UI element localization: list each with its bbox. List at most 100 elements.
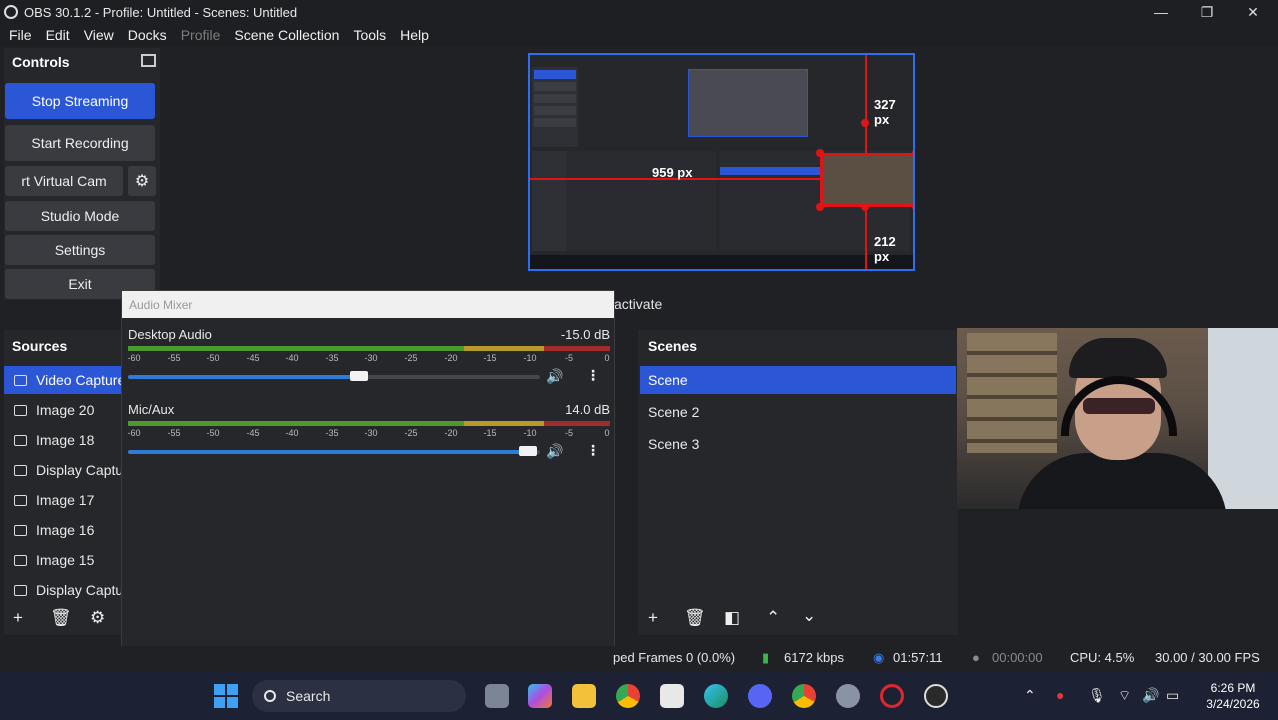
remove-source-trash-icon[interactable]: 🗑 [50,608,72,628]
meter-green [128,421,464,426]
menu-scene-collection[interactable]: Scene Collection [229,27,344,43]
maximize-button[interactable]: ❐ [1184,1,1230,23]
virtual-cam-settings-gear-icon[interactable]: ⚙ [128,166,156,196]
transform-handle[interactable] [912,203,913,211]
meter-green [128,346,464,351]
move-up-chevron-icon[interactable]: ⌃ [766,608,780,628]
monitor-icon [14,464,27,476]
scene-item[interactable]: Scene [640,366,956,394]
volume-slider[interactable] [128,446,540,456]
scene-item[interactable]: Scene 2 [640,398,956,426]
webcam-overlay [957,328,1278,509]
chrome-profile-icon[interactable] [792,684,816,708]
nested-preview [688,69,808,137]
scene-item[interactable]: Scene 3 [640,430,956,458]
transform-handle[interactable] [861,119,869,127]
source-item[interactable]: Image 15 [4,546,122,574]
image-icon [14,494,27,506]
menu-tools[interactable]: Tools [348,27,391,43]
settings-gear-icon[interactable] [836,684,860,708]
add-scene-plus-icon[interactable]: + [648,608,658,628]
volume-icon[interactable]: 🔊 [1142,687,1159,704]
camera-icon [14,374,27,386]
file-explorer-icon[interactable] [572,684,596,708]
program-preview[interactable]: 327 px 959 px 212 px [528,53,915,271]
studio-mode-button[interactable]: Studio Mode [5,201,155,231]
sources-title: Sources [12,338,68,354]
source-item[interactable]: Video Capture [4,366,122,394]
settings-button[interactable]: Settings [5,235,155,265]
menu-view[interactable]: View [79,27,119,43]
person-cap [1069,338,1167,378]
source-label: Display Captu [36,582,122,598]
edge-icon[interactable] [704,684,728,708]
transform-handle[interactable] [912,149,913,157]
clock[interactable]: 6:26 PM 3/24/2026 [1196,680,1270,712]
move-down-chevron-icon[interactable]: ⌄ [802,606,816,626]
add-source-plus-icon[interactable]: + [13,608,23,628]
scene-filters-icon[interactable]: ◧ [724,608,740,628]
task-view-icon[interactable] [485,684,509,708]
windows-start-icon[interactable] [214,684,238,708]
source-item[interactable]: Display Captu [4,456,122,484]
windows-taskbar: Search ⌃ ● 🎙 ⌔ 🔊 ▭ 6:26 PM 3/24/2026 [0,672,1278,720]
recording-tray-icon[interactable]: ● [1056,687,1064,703]
taskbar-search[interactable]: Search [252,680,466,712]
close-button[interactable]: ✕ [1230,1,1276,23]
channel-db: 14.0 dB [565,402,610,417]
scale-tick: -35 [325,428,339,438]
source-item[interactable]: Image 18 [4,426,122,454]
menu-profile[interactable]: Profile [176,27,226,43]
speaker-icon[interactable]: 🔊 [546,443,563,460]
source-item[interactable]: Image 17 [4,486,122,514]
scale-tick: -60 [127,428,141,438]
source-properties-gear-icon[interactable]: ⚙ [90,608,105,628]
transform-handle[interactable] [816,149,824,157]
microphone-icon[interactable]: 🎙 [1088,687,1106,704]
scenes-dock: Scenes Scene Scene 2 Scene 3 + 🗑 ◧ ⌃ ⌄ [638,330,958,635]
source-item[interactable]: Image 20 [4,396,122,424]
image-icon [14,524,27,536]
remove-scene-trash-icon[interactable]: 🗑 [684,608,706,628]
transform-handle[interactable] [816,203,824,211]
selected-source-box[interactable] [820,153,913,207]
discord-icon[interactable] [748,684,772,708]
obs-taskbar-icon[interactable] [924,684,948,708]
slider-thumb[interactable] [350,371,368,381]
minimize-button[interactable]: — [1138,1,1184,23]
battery-icon[interactable]: ▭ [1166,687,1179,704]
dropped-frames: ped Frames 0 (0.0%) [613,650,736,665]
virtual-cam-button[interactable]: rt Virtual Cam [5,166,123,196]
speaker-icon[interactable]: 🔊 [546,368,563,385]
source-item[interactable]: Display Captu [4,576,122,604]
menu-docks[interactable]: Docks [123,27,172,43]
store-icon[interactable] [660,684,684,708]
undock-icon[interactable] [141,54,156,67]
volume-slider[interactable] [128,371,540,381]
source-label: Display Captu [36,462,122,478]
more-options-icon[interactable]: ⋮ [586,367,600,384]
copilot-icon[interactable] [528,684,552,708]
menu-help[interactable]: Help [395,27,434,43]
scale-tick: -40 [285,428,299,438]
audio-mixer-window: Audio Mixer Desktop Audio -15.0 dB -60 -… [121,290,615,672]
scale-tick: -55 [167,428,181,438]
source-label: Image 16 [36,522,95,538]
monitor-icon [14,584,27,596]
menu-bar: File Edit View Docks Profile Scene Colle… [0,24,1278,46]
sunglasses [1083,398,1155,414]
logo-square [214,697,225,708]
more-options-icon[interactable]: ⋮ [586,442,600,459]
slider-thumb[interactable] [519,446,537,456]
chrome-icon[interactable] [616,684,640,708]
wifi-icon[interactable]: ⌔ [1118,687,1131,705]
opera-icon[interactable] [880,684,904,708]
source-item[interactable]: Image 16 [4,516,122,544]
nested-button [534,94,576,103]
start-recording-button[interactable]: Start Recording [5,125,155,161]
stop-streaming-button[interactable]: Stop Streaming [5,83,155,119]
show-hidden-icons-chevron-icon[interactable]: ⌃ [1024,687,1036,704]
transform-handle[interactable] [861,203,869,211]
menu-file[interactable]: File [4,27,37,43]
menu-edit[interactable]: Edit [41,27,75,43]
